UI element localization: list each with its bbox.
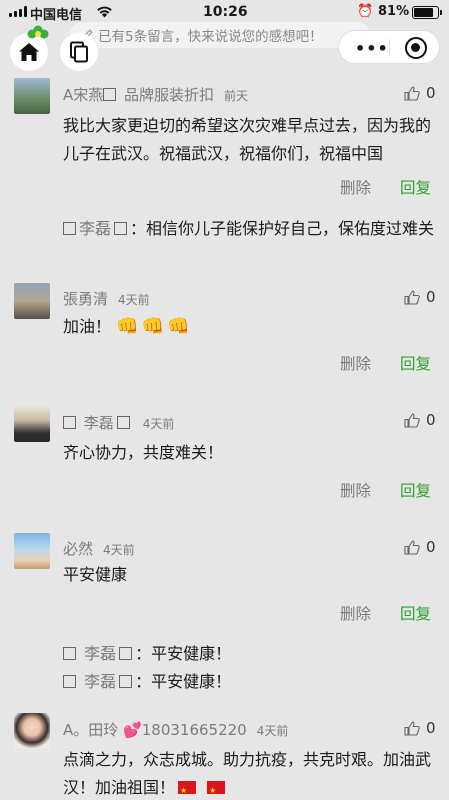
thumbs-up-icon — [404, 539, 420, 555]
avatar — [14, 78, 50, 114]
more-icon[interactable]: ••• — [355, 39, 389, 58]
like-button[interactable]: 0 — [404, 411, 436, 429]
delete-button[interactable]: 删除 — [340, 602, 371, 624]
flower-icon — [27, 25, 49, 39]
comment-time: 前天 — [224, 89, 249, 103]
china-flag-icon — [178, 777, 197, 800]
reply-item: 李磊 ：平安健康！ — [63, 668, 439, 695]
reply-button[interactable]: 回复 — [400, 352, 431, 374]
thumbs-up-icon — [404, 720, 420, 736]
delete-button[interactable]: 删除 — [340, 176, 371, 198]
comment-author: A。田玲 💕18031665220 4天前 — [63, 721, 289, 739]
like-button[interactable]: 0 — [404, 288, 436, 306]
like-count: 0 — [426, 538, 436, 556]
avatar — [14, 283, 50, 319]
comment-time: 4天前 — [103, 543, 135, 557]
reply-item: 李磊 ：相信你儿子能保护好自己，保佑度过难关 — [63, 215, 439, 242]
comment-author: A宋燕 品牌服装折扣 前天 — [63, 86, 249, 104]
like-button[interactable]: 0 — [404, 538, 436, 556]
comment-author: 張勇清 4天前 — [63, 290, 150, 308]
delete-button[interactable]: 删除 — [340, 352, 371, 374]
china-flag-icon — [207, 777, 226, 800]
message-input-bar[interactable]: 已有5条留言，快来说说您的感想吧！ — [70, 22, 370, 48]
comment-text: 加油！ 👊 👊 👊 — [63, 316, 190, 337]
fist-emoji: 👊 — [166, 316, 190, 337]
like-count: 0 — [426, 719, 436, 737]
reply-author: 李磊 — [79, 219, 130, 238]
clock: 10:26 — [203, 4, 248, 20]
reply-button[interactable]: 回复 — [400, 479, 431, 501]
reply-button[interactable]: 回复 — [400, 176, 431, 198]
close-target-icon[interactable] — [405, 37, 427, 59]
like-count: 0 — [426, 84, 436, 102]
comment-text: 平安健康 — [63, 565, 128, 584]
avatar — [14, 533, 50, 569]
copy-button[interactable] — [60, 33, 98, 71]
avatar — [14, 713, 50, 749]
reply-item: 李磊 ：平安健康！ — [63, 640, 439, 667]
thumbs-up-icon — [404, 85, 420, 101]
comment-text: 齐心协力，共度难关！ — [63, 443, 224, 462]
battery-icon — [412, 6, 442, 19]
thumbs-up-icon — [404, 412, 420, 428]
fist-emoji: 👊 — [141, 316, 164, 337]
capsule-divider — [389, 39, 390, 57]
comment-text: 我比大家更迫切的希望这次灾难早点过去，因为我的儿子在武汉。祝福武汉，祝福你们，祝… — [63, 116, 432, 163]
thumbs-up-icon — [404, 289, 420, 305]
avatar — [14, 406, 50, 442]
signal-icon — [9, 6, 27, 17]
comment-author: 必然 4天前 — [63, 540, 135, 558]
reply-button[interactable]: 回复 — [400, 602, 431, 624]
like-button[interactable]: 0 — [404, 719, 436, 737]
like-count: 0 — [426, 288, 436, 306]
alarm-icon: ⏰ — [357, 4, 374, 19]
comment-author: 李磊 4天前 — [63, 412, 174, 433]
comment-text: 点滴之力，众志成城。助力抗疫，共克时艰。加油武汉！加油祖国！ — [63, 746, 439, 800]
like-button[interactable]: 0 — [404, 84, 436, 102]
heart-emoji: 💕 — [123, 721, 142, 739]
carrier-label: 中国电信 — [30, 8, 83, 23]
like-count: 0 — [426, 411, 436, 429]
comment-time: 4天前 — [118, 293, 150, 307]
copy-icon — [70, 41, 88, 63]
reply-author: 李磊 — [84, 672, 135, 691]
battery-percent: 81% — [378, 4, 410, 19]
miniprogram-capsule: ••• — [338, 30, 440, 64]
fist-emoji: 👊 — [116, 316, 139, 337]
message-placeholder: 已有5条留言，快来说说您的感想吧！ — [98, 29, 323, 45]
delete-button[interactable]: 删除 — [340, 479, 371, 501]
wifi-icon — [97, 6, 112, 18]
comment-time: 4天前 — [142, 417, 175, 431]
comment-time: 4天前 — [256, 724, 289, 738]
reply-author: 李磊 — [84, 644, 135, 663]
